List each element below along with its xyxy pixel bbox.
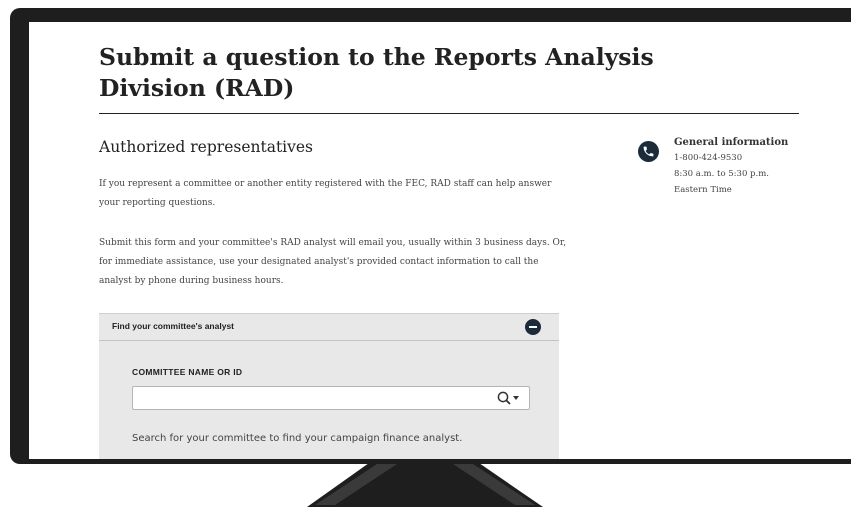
minus-glyph (529, 326, 537, 328)
find-analyst-panel: Find your committee's analyst COMMITTEE … (99, 313, 559, 459)
panel-header[interactable]: Find your committee's analyst (99, 313, 559, 341)
contact-title: General information (674, 137, 789, 148)
instructions-paragraph: Submit this form and your committee's RA… (99, 238, 567, 286)
contact-info: General information 1-800-424-9530 8:30 … (674, 136, 844, 198)
committee-search-input[interactable] (133, 387, 485, 407)
monitor-stand (307, 463, 543, 507)
panel-title: Find your committee's analyst (112, 321, 234, 331)
page-title: Submit a question to the Reports Analysi… (99, 43, 654, 102)
section-heading: Authorized representatives (99, 138, 314, 156)
search-icon[interactable] (495, 390, 525, 406)
monitor-bezel: Submit a question to the Reports Analysi… (10, 8, 851, 464)
title-divider (99, 113, 799, 114)
search-help-text: Search for your committee to find your c… (132, 433, 463, 444)
intro-paragraph: If you represent a committee or another … (99, 179, 552, 208)
committee-search-box[interactable] (132, 386, 530, 410)
contact-hours: 8:30 a.m. to 5:30 p.m. (674, 169, 769, 179)
committee-field-label: COMMITTEE NAME OR ID (132, 367, 243, 377)
minus-circle-icon[interactable] (525, 319, 541, 335)
screen: Submit a question to the Reports Analysi… (29, 22, 851, 459)
phone-icon (638, 141, 659, 162)
contact-phone: 1-800-424-9530 (674, 153, 743, 163)
contact-timezone: Eastern Time (674, 185, 732, 195)
